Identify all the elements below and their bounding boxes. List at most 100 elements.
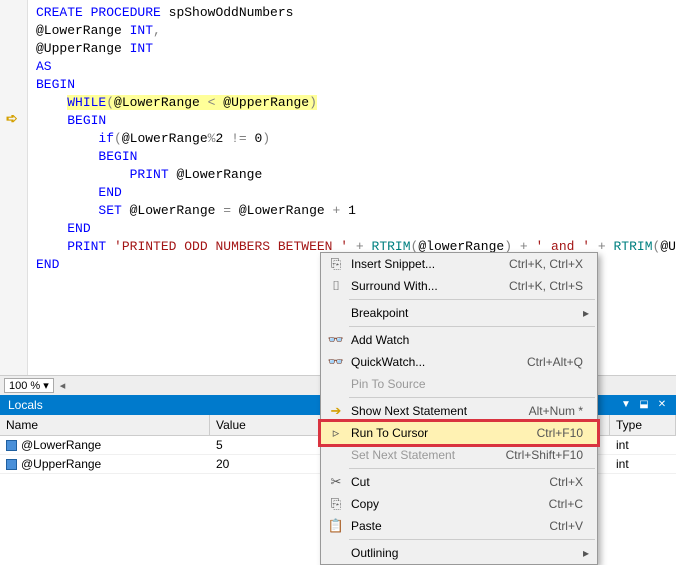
op: +	[598, 239, 606, 254]
var-type: int	[610, 455, 676, 473]
menu-shortcut: Ctrl+C	[549, 497, 589, 511]
surround-icon: ⌷	[325, 278, 347, 294]
param: @LowerRange	[114, 95, 208, 110]
var-name: @UpperRange	[21, 457, 101, 471]
menu-label: Copy	[347, 497, 549, 511]
arrow-right-icon: ➔	[325, 403, 347, 419]
menu-label: Outlining	[347, 546, 583, 560]
snippet-icon: ⎘	[325, 256, 347, 272]
variable-icon	[6, 459, 17, 470]
zoom-dropdown[interactable]: 100 % ▾	[4, 378, 54, 393]
menu-copy[interactable]: ⎘ Copy Ctrl+C	[321, 493, 597, 515]
menu-label: QuickWatch...	[347, 355, 527, 369]
func: RTRIM	[613, 239, 652, 254]
op: ,	[153, 23, 161, 38]
string: 'PRINTED ODD NUMBERS BETWEEN '	[114, 239, 348, 254]
window-dropdown-icon[interactable]: ▼	[620, 399, 632, 411]
menu-separator	[349, 468, 595, 469]
param: @LowerRange	[36, 23, 130, 38]
param: @LowerRange	[169, 167, 263, 182]
menu-shortcut: Alt+Num *	[529, 404, 589, 418]
keyword: BEGIN	[98, 149, 137, 164]
cursor-run-icon: ▹	[325, 425, 347, 441]
param: @LowerRange	[122, 203, 223, 218]
menu-paste[interactable]: 📋 Paste Ctrl+V	[321, 515, 597, 537]
op: )	[262, 131, 270, 146]
keyword: INT	[130, 41, 153, 56]
keyword: WHILE	[67, 95, 106, 110]
menu-label: Breakpoint	[347, 306, 583, 320]
keyword: PRINT	[130, 167, 169, 182]
menu-separator	[349, 326, 595, 327]
keyword: AS	[36, 59, 52, 74]
scissors-icon: ✂	[325, 474, 347, 490]
paste-icon: 📋	[325, 518, 347, 534]
menu-outlining[interactable]: Outlining ▸	[321, 542, 597, 564]
param: @LowerRange	[122, 131, 208, 146]
menu-label: Run To Cursor	[347, 426, 537, 440]
op: =	[223, 203, 231, 218]
menu-shortcut: Ctrl+K, Ctrl+X	[509, 257, 589, 271]
menu-shortcut: Ctrl+K, Ctrl+S	[509, 279, 589, 293]
param: @LowerRange	[231, 203, 332, 218]
menu-label: Surround With...	[347, 279, 509, 293]
menu-separator	[349, 299, 595, 300]
editor-gutter: ➪	[0, 0, 28, 375]
var-type: int	[610, 436, 676, 454]
op: !=	[231, 131, 247, 146]
code-content[interactable]: CREATE PROCEDURE spShowOddNumbers @Lower…	[28, 0, 676, 278]
menu-add-watch[interactable]: 👓 Add Watch	[321, 329, 597, 351]
var-name: @LowerRange	[21, 438, 101, 452]
col-type-header[interactable]: Type	[610, 415, 676, 435]
keyword: BEGIN	[67, 113, 106, 128]
menu-cut[interactable]: ✂ Cut Ctrl+X	[321, 471, 597, 493]
param: @UpperRange	[36, 41, 130, 56]
num: 2	[215, 131, 231, 146]
op: (	[106, 95, 114, 110]
col-name-header[interactable]: Name	[0, 415, 210, 435]
menu-label: Cut	[347, 475, 549, 489]
current-line-indicator-icon: ➪	[6, 111, 18, 128]
param: @UpperRange	[660, 239, 676, 254]
keyword: END	[98, 185, 121, 200]
close-icon[interactable]: ✕	[656, 399, 668, 411]
menu-shortcut: Ctrl+Shift+F10	[506, 448, 589, 462]
keyword: if	[98, 131, 114, 146]
menu-insert-snippet[interactable]: ⎘ Insert Snippet... Ctrl+K, Ctrl+X	[321, 253, 597, 275]
keyword: PRINT	[67, 239, 106, 254]
context-menu: ⎘ Insert Snippet... Ctrl+K, Ctrl+X ⌷ Sur…	[320, 252, 598, 565]
submenu-arrow-icon: ▸	[583, 546, 589, 560]
keyword: CREATE	[36, 5, 83, 20]
keyword: PROCEDURE	[91, 5, 161, 20]
nav-left-icon[interactable]: ◂	[60, 379, 66, 392]
menu-set-next-statement: Set Next Statement Ctrl+Shift+F10	[321, 444, 597, 466]
menu-label: Insert Snippet...	[347, 257, 509, 271]
glasses-icon: 👓	[325, 332, 347, 348]
menu-label: Pin To Source	[347, 377, 589, 391]
menu-label: Set Next Statement	[347, 448, 506, 462]
menu-label: Paste	[347, 519, 549, 533]
menu-separator	[349, 397, 595, 398]
op: )	[309, 95, 317, 110]
variable-icon	[6, 440, 17, 451]
keyword: END	[67, 221, 90, 236]
menu-quickwatch[interactable]: 👓 QuickWatch... Ctrl+Alt+Q	[321, 351, 597, 373]
menu-label: Add Watch	[347, 333, 589, 347]
keyword: BEGIN	[36, 77, 75, 92]
menu-separator	[349, 539, 595, 540]
submenu-arrow-icon: ▸	[583, 306, 589, 320]
num: 1	[340, 203, 356, 218]
menu-shortcut: Ctrl+V	[549, 519, 589, 533]
menu-surround-with[interactable]: ⌷ Surround With... Ctrl+K, Ctrl+S	[321, 275, 597, 297]
glasses-icon: 👓	[325, 354, 347, 370]
num: 0	[247, 131, 263, 146]
identifier: spShowOddNumbers	[161, 5, 294, 20]
menu-breakpoint[interactable]: Breakpoint ▸	[321, 302, 597, 324]
menu-run-to-cursor[interactable]: ▹ Run To Cursor Ctrl+F10	[318, 419, 600, 447]
keyword: INT	[130, 23, 153, 38]
chevron-down-icon: ▾	[43, 380, 49, 392]
menu-label: Show Next Statement	[347, 404, 529, 418]
copy-icon: ⎘	[325, 496, 347, 512]
window-pin-icon[interactable]: ⬓	[638, 399, 650, 411]
keyword: SET	[98, 203, 121, 218]
